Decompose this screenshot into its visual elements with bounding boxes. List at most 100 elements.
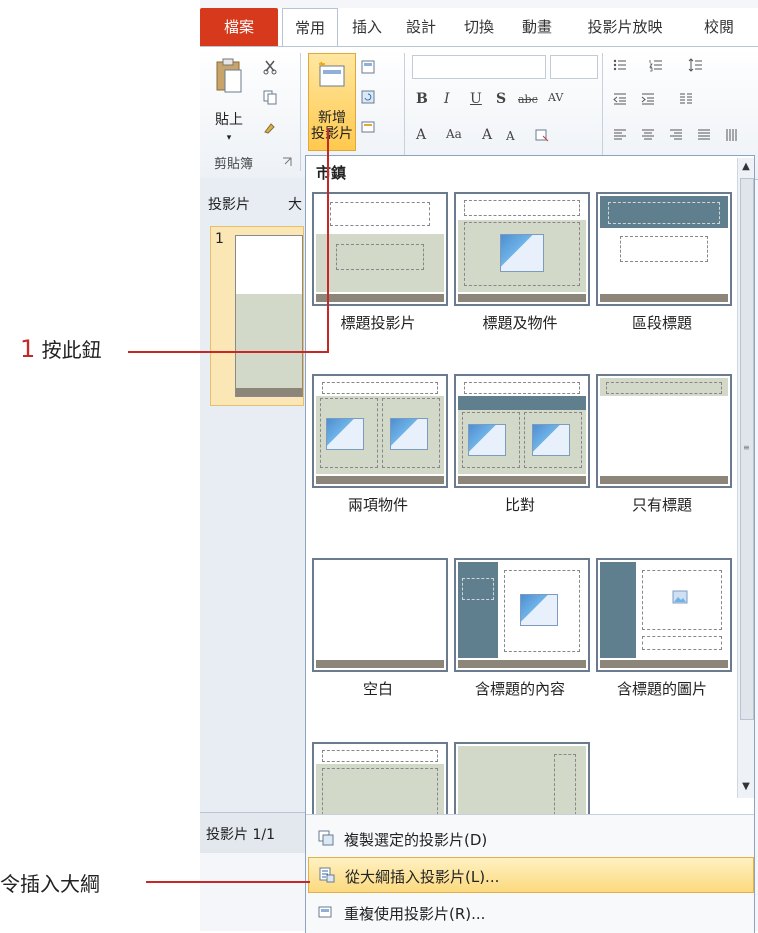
cut-icon[interactable] xyxy=(262,59,278,75)
status-bar: 投影片 1/1 xyxy=(200,812,305,853)
shrink-font-icon[interactable]: A xyxy=(506,129,515,143)
strikethrough-icon[interactable]: abc xyxy=(518,93,538,106)
slide-thumbnail[interactable]: 1 xyxy=(210,226,304,406)
change-case-icon[interactable]: Aa xyxy=(446,127,462,141)
tab-review[interactable]: 校閱 xyxy=(694,8,744,46)
new-slide-menu: 複製選定的投影片(D) 從大綱插入投影片(L)... 重複使用投影片(R)... xyxy=(306,814,754,933)
paste-button[interactable]: 貼上 ▾ xyxy=(206,53,252,147)
layout-caption: 含標題的圖片 xyxy=(616,680,707,698)
bullets-icon[interactable] xyxy=(612,57,628,73)
decrease-indent-icon[interactable] xyxy=(612,91,628,107)
section-icon[interactable] xyxy=(360,119,376,135)
slides-pane: 投影片 大 1 xyxy=(200,178,306,838)
font-name-combo[interactable] xyxy=(412,55,546,79)
layout-caption: 兩項物件 xyxy=(347,496,408,514)
layout-section-header[interactable] xyxy=(596,192,732,306)
annotation-step-number: 1 xyxy=(20,335,36,363)
layout-caption: 含標題的內容 xyxy=(474,680,565,698)
menu-item-reuse-slides[interactable]: 重複使用投影片(R)... xyxy=(308,895,752,929)
scroll-thumb[interactable]: ≡ xyxy=(740,178,754,720)
italic-icon[interactable]: I xyxy=(444,91,450,107)
content-placeholder-icon xyxy=(520,594,558,626)
layout-picture-with-caption[interactable] xyxy=(596,558,732,672)
scroll-down-icon[interactable]: ▼ xyxy=(738,778,754,796)
format-painter-icon[interactable] xyxy=(262,119,278,135)
justify-icon[interactable] xyxy=(696,127,712,143)
gallery-scrollbar[interactable]: ▲ ≡ ▼ xyxy=(737,158,754,798)
align-left-icon[interactable] xyxy=(612,127,628,143)
slide-number: 1 xyxy=(215,231,224,247)
annotation-step2: 令插入大綱 xyxy=(0,868,100,897)
content-placeholder-icon xyxy=(500,234,544,272)
clipboard-group-label: 剪貼簿 xyxy=(214,157,254,172)
clear-formatting-icon[interactable] xyxy=(534,127,550,143)
increase-indent-icon[interactable] xyxy=(640,91,656,107)
align-right-icon[interactable] xyxy=(668,127,684,143)
layout-caption: 標題投影片 xyxy=(340,314,416,332)
new-slide-icon xyxy=(319,61,345,87)
layout-caption: 比對 xyxy=(504,496,535,514)
copy-icon[interactable] xyxy=(262,89,278,105)
clipboard-icon xyxy=(216,58,242,93)
slide-count-status: 投影片 1/1 xyxy=(206,827,275,843)
annotation-step1: 1 按此鈕 xyxy=(20,334,102,363)
picture-icon xyxy=(672,590,688,604)
outline-slide-icon xyxy=(319,867,335,883)
tab-transitions[interactable]: 切換 xyxy=(454,8,504,46)
menu-item-label: 從大綱插入投影片(L)... xyxy=(345,868,500,886)
scroll-up-icon[interactable]: ▲ xyxy=(738,158,754,176)
text-direction-icon[interactable] xyxy=(724,127,740,143)
content-placeholder-icon xyxy=(532,424,570,456)
tab-outline[interactable]: 大 xyxy=(288,190,302,220)
annotation-step-text: 令插入大綱 xyxy=(0,872,100,896)
line-spacing-icon[interactable] xyxy=(688,57,704,73)
tab-slideshow[interactable]: 投影片放映 xyxy=(570,8,680,46)
reset-icon[interactable] xyxy=(360,89,376,105)
underline-icon[interactable]: U xyxy=(470,91,482,107)
group-separator xyxy=(404,53,405,171)
layout-content-with-caption[interactable] xyxy=(454,558,590,672)
menu-item-duplicate-slides[interactable]: 複製選定的投影片(D) xyxy=(308,821,752,855)
theme-name: 市鎮 xyxy=(316,164,347,182)
font-size-combo[interactable] xyxy=(550,55,598,79)
shadow-icon[interactable]: S xyxy=(496,91,506,107)
align-center-icon[interactable] xyxy=(640,127,656,143)
new-slide-button[interactable]: 新增 投影片 xyxy=(308,53,356,151)
layout-blank[interactable] xyxy=(312,558,448,672)
layout-vertical-title[interactable] xyxy=(312,742,448,820)
grow-font-icon[interactable]: A xyxy=(482,127,492,143)
ribbon-tab-bar: 檔案 常用 插入 設計 切換 動畫 投影片放映 校閱 xyxy=(200,8,758,46)
tab-file[interactable]: 檔案 xyxy=(200,8,278,46)
layout-caption: 區段標題 xyxy=(631,314,692,332)
menu-item-label: 重複使用投影片(R)... xyxy=(344,905,486,923)
layout-vertical-text[interactable] xyxy=(454,742,590,820)
bold-icon[interactable]: B xyxy=(416,91,428,107)
tab-home[interactable]: 常用 xyxy=(282,8,338,46)
layout-title-only[interactable] xyxy=(596,374,732,488)
menu-item-label: 複製選定的投影片(D) xyxy=(344,831,488,849)
layout-icon[interactable] xyxy=(360,59,376,75)
dialog-launcher-icon[interactable] xyxy=(282,157,292,167)
layout-caption: 空白 xyxy=(362,680,393,698)
columns-icon[interactable] xyxy=(678,91,694,107)
reuse-slide-icon xyxy=(318,906,332,918)
numbering-icon[interactable] xyxy=(648,57,664,73)
content-placeholder-icon xyxy=(326,418,364,450)
slide-preview xyxy=(235,235,303,397)
layout-two-content[interactable] xyxy=(312,374,448,488)
duplicate-slide-icon xyxy=(318,830,334,846)
layout-title-slide[interactable] xyxy=(312,192,448,306)
tab-slides[interactable]: 投影片 xyxy=(208,190,250,220)
new-slide-label-line2: 投影片 xyxy=(311,126,353,142)
layout-comparison[interactable] xyxy=(454,374,590,488)
font-color-icon[interactable]: A xyxy=(416,127,426,143)
menu-item-slides-from-outline[interactable]: 從大綱插入投影片(L)... xyxy=(308,857,754,893)
tab-insert[interactable]: 插入 xyxy=(342,8,392,46)
character-spacing-icon[interactable]: AV xyxy=(548,91,563,104)
annotation-step-text: 按此鈕 xyxy=(41,338,102,362)
tab-animations[interactable]: 動畫 xyxy=(512,8,562,46)
layout-title-content[interactable] xyxy=(454,192,590,306)
tab-design[interactable]: 設計 xyxy=(396,8,446,46)
new-slide-label-line1: 新增 xyxy=(318,110,346,126)
layout-caption: 只有標題 xyxy=(631,496,692,514)
